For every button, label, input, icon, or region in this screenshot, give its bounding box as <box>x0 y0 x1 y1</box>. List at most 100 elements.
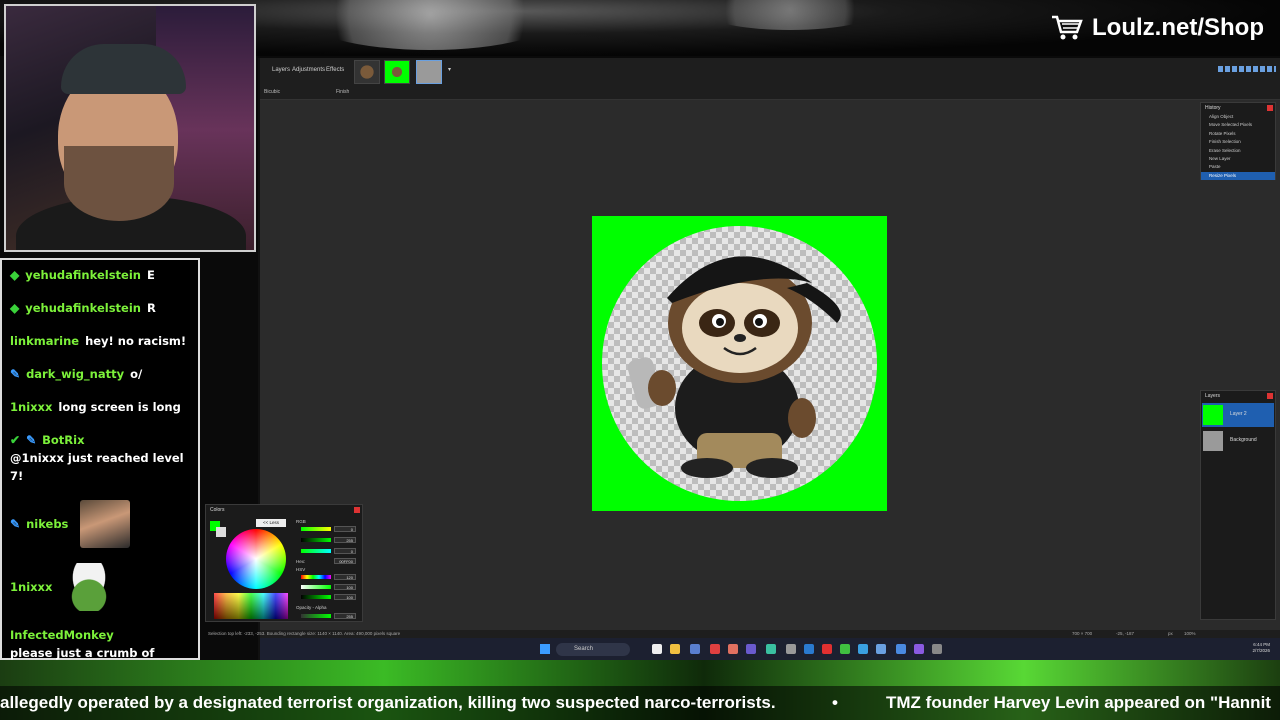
alpha-value[interactable]: 255 <box>334 613 356 619</box>
history-item[interactable]: Rotate Pixels <box>1201 130 1275 138</box>
taskbar-search-label: Search <box>574 646 594 652</box>
saturation-value[interactable]: 100 <box>334 584 356 590</box>
chat-username: BotRix <box>42 433 85 447</box>
taskbar-app-icon[interactable] <box>896 644 906 654</box>
close-icon[interactable] <box>354 507 360 513</box>
ticker-item: allegedly operated by a designated terro… <box>0 693 776 712</box>
chat-panel: ◆ yehudafinkelstein E ◆ yehudafinkelstei… <box>0 258 200 678</box>
color-palette[interactable] <box>214 593 288 619</box>
layer-thumbnail <box>1203 405 1223 425</box>
color-wheel[interactable] <box>226 529 286 589</box>
menu-adjustments[interactable]: Adjustments <box>292 67 325 73</box>
streamer-cap <box>61 44 186 94</box>
history-item[interactable]: Finish Selection <box>1201 138 1275 146</box>
close-icon[interactable] <box>1267 393 1273 399</box>
canvas-area[interactable] <box>260 100 1280 630</box>
history-item[interactable]: Align Object <box>1201 113 1275 121</box>
layer-row[interactable]: Layer 2 <box>1202 403 1274 427</box>
units-select[interactable]: px <box>1168 631 1173 636</box>
hue-slider[interactable] <box>301 575 331 579</box>
cart-icon <box>1050 14 1084 42</box>
taskbar-app-icon[interactable] <box>786 644 796 654</box>
hex-label: Hex: <box>296 559 306 564</box>
history-item[interactable]: Move Selected Pixels <box>1201 121 1275 129</box>
taskbar-app-icon[interactable] <box>804 644 814 654</box>
taskbar-app-icon[interactable] <box>746 644 756 654</box>
menu-effects[interactable]: Effects <box>326 67 344 73</box>
layer-name: Layer 2 <box>1230 411 1247 417</box>
taskbar-app-icon[interactable] <box>840 644 850 654</box>
taskbar-app-icon[interactable] <box>690 644 700 654</box>
pencil-badge-icon: ✎ <box>10 517 21 531</box>
image-tab-green[interactable] <box>384 60 410 84</box>
history-item[interactable]: New Layer <box>1201 155 1275 163</box>
layer-row[interactable]: Background <box>1202 429 1274 453</box>
chat-text: o/ <box>130 367 143 381</box>
image-tab-blank[interactable] <box>416 60 442 84</box>
layer-name: Background <box>1230 437 1257 443</box>
taskbar-app-icon[interactable] <box>914 644 924 654</box>
image-canvas[interactable] <box>592 216 887 511</box>
zoom-level[interactable]: 100% <box>1184 631 1196 636</box>
chat-message: 1nixxx long screen is long <box>10 398 190 416</box>
resampling-select[interactable]: Bicubic <box>264 89 280 95</box>
taskbar-app-icon[interactable] <box>652 644 662 654</box>
red-value[interactable]: 0 <box>334 526 356 532</box>
chat-text: R <box>146 301 156 315</box>
taskbar-clock[interactable]: 6:44 PM 2/7/2026 <box>1232 642 1270 654</box>
alpha-slider[interactable] <box>301 614 331 618</box>
taskbar-app-icon[interactable] <box>822 644 832 654</box>
diamond-badge-icon: ◆ <box>10 268 20 282</box>
image-tab-sloth[interactable] <box>354 60 380 84</box>
hex-value[interactable]: 00FF00 <box>334 558 356 564</box>
chat-message: linkmarine hey! no racism! <box>10 332 190 350</box>
green-value[interactable]: 255 <box>334 537 356 543</box>
taskbar-app-icon[interactable] <box>876 644 886 654</box>
streamer-face-emote <box>80 500 131 548</box>
less-button[interactable]: << Less <box>256 519 286 527</box>
value-slider[interactable] <box>301 595 331 599</box>
taskbar-search[interactable]: Search <box>556 643 630 656</box>
value-value[interactable]: 100 <box>334 594 356 600</box>
water-splash <box>300 0 560 50</box>
chat-text: E <box>146 268 155 282</box>
blue-slider[interactable] <box>301 549 331 553</box>
taskbar-app-icon[interactable] <box>710 644 720 654</box>
saturation-slider[interactable] <box>301 585 331 589</box>
menu-layers[interactable]: Layers <box>272 67 290 73</box>
taskbar-app-icon[interactable] <box>932 644 942 654</box>
pencil-badge-icon: ✎ <box>26 433 37 447</box>
webcam-feed <box>4 4 256 252</box>
selection-info: Selection top left: -233, -253. Bounding… <box>208 631 401 636</box>
history-item[interactable]: Resize Pixels <box>1201 171 1275 181</box>
history-item[interactable]: Paste <box>1201 163 1275 171</box>
pencil-badge-icon: ✎ <box>10 367 21 381</box>
chat-username: nikebs <box>26 517 69 531</box>
taskbar-app-icon[interactable] <box>766 644 776 654</box>
chevron-down-icon[interactable]: ▾ <box>448 66 451 73</box>
image-size: 700 × 700 <box>1072 631 1093 636</box>
secondary-color-swatch[interactable] <box>216 527 226 537</box>
hue-value[interactable]: 120 <box>334 574 356 580</box>
taskbar-app-icon[interactable] <box>858 644 868 654</box>
taskbar-app-icon[interactable] <box>728 644 738 654</box>
chat-message: ◆ yehudafinkelstein E <box>10 266 190 284</box>
chat-message: 1nixxx <box>10 563 190 611</box>
history-item[interactable]: Erase Selection <box>1201 147 1275 155</box>
chat-username: linkmarine <box>10 334 80 348</box>
verified-badge-icon: ✔ <box>10 433 21 447</box>
green-slider[interactable] <box>301 538 331 542</box>
paint-app-window: Layers Adjustments Effects ▾ Bicubic Fin… <box>208 58 1280 660</box>
chat-message: ◆ yehudafinkelstein R <box>10 299 190 317</box>
finish-button[interactable]: Finish <box>336 89 349 95</box>
windows-start-icon[interactable] <box>540 644 550 654</box>
ticker-item: TMZ founder Harvey Levin appeared on "Ha… <box>886 693 1271 712</box>
taskbar-app-icon[interactable] <box>670 644 680 654</box>
clock-date: 2/7/2026 <box>1252 648 1270 653</box>
blue-value[interactable]: 0 <box>334 548 356 554</box>
chat-username: InfectedMonkey <box>10 628 114 642</box>
red-slider[interactable] <box>301 527 331 531</box>
close-icon[interactable] <box>1267 105 1273 111</box>
windows-taskbar: Search 6:44 PM 2/7/2026 <box>260 638 1280 660</box>
chat-username: dark_wig_natty <box>26 367 125 381</box>
